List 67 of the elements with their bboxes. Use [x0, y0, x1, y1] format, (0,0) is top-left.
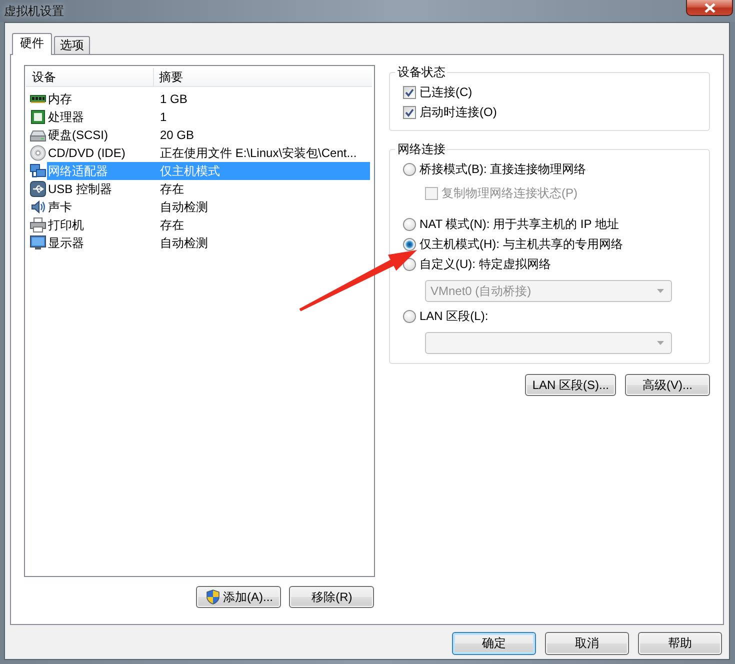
- device-row[interactable]: 处理器 1: [47, 108, 370, 126]
- radio-label: 桥接模式(B): 直接连接物理网络: [419, 160, 586, 178]
- radio-label: LAN 区段(L):: [419, 308, 488, 324]
- device-name: CD/DVD (IDE): [47, 146, 126, 160]
- checkmark-icon: [405, 108, 414, 116]
- dialog-button[interactable]: 帮助: [638, 632, 722, 655]
- radio-button[interactable]: [403, 162, 416, 176]
- checkbox[interactable]: [403, 86, 416, 98]
- group-title: 设备状态: [396, 65, 446, 79]
- group-title: 网络连接: [396, 142, 446, 156]
- checkbox-label: 复制物理网络连接状态(P): [441, 184, 578, 202]
- tab[interactable]: 硬件: [12, 33, 52, 55]
- device-summary: 1 GB: [160, 92, 188, 106]
- device-summary: 存在: [160, 180, 184, 198]
- list-action-button[interactable]: 添加(A)...: [196, 586, 282, 608]
- device-name: 打印机: [47, 216, 84, 234]
- device-summary: 1: [160, 110, 167, 124]
- device-name: 显示器: [47, 234, 84, 252]
- printer-icon: [30, 217, 46, 233]
- close-button[interactable]: [686, 0, 733, 16]
- chip-icon: [30, 109, 46, 125]
- device-row[interactable]: 声卡 自动检测: [47, 198, 370, 216]
- radio-label: 仅主机模式(H): 与主机共享的专用网络: [419, 236, 623, 252]
- dialog-button[interactable]: 取消: [545, 632, 629, 655]
- radio-button[interactable]: [403, 218, 416, 230]
- disc-icon: [30, 145, 46, 161]
- checkmark-icon: [405, 88, 414, 96]
- column-header: 设备: [32, 70, 56, 84]
- radio-label: NAT 模式(N): 用于共享主机的 IP 地址: [419, 216, 619, 232]
- device-row[interactable]: CD/DVD (IDE) 正在使用文件 E:\Linux\安装包\Cent...: [47, 144, 370, 162]
- device-summary: 20 GB: [160, 128, 194, 142]
- device-name: 内存: [47, 90, 72, 108]
- window-title: 虚拟机设置: [4, 2, 64, 20]
- device-row[interactable]: 硬盘(SCSI) 20 GB: [47, 126, 370, 144]
- device-summary: 仅主机模式: [160, 162, 220, 180]
- network-option-button[interactable]: LAN 区段(S)...: [525, 374, 616, 396]
- caret-icon: [657, 341, 664, 345]
- device-name: 声卡: [47, 198, 72, 216]
- tab[interactable]: 选项: [54, 36, 90, 54]
- device-row[interactable]: 打印机 存在: [47, 216, 370, 234]
- device-summary: 正在使用文件 E:\Linux\安装包\Cent...: [160, 144, 357, 162]
- speaker-icon: [30, 199, 46, 215]
- column-header: 摘要: [159, 70, 183, 84]
- monitor-icon: [30, 235, 46, 251]
- device-name: 处理器: [47, 108, 84, 126]
- list-action-button[interactable]: 移除(R): [289, 586, 374, 608]
- network-icon: [30, 163, 46, 179]
- device-row[interactable]: 内存 1 GB: [47, 90, 370, 108]
- device-summary: 存在: [160, 216, 184, 234]
- device-row[interactable]: USB 控制器 存在: [47, 180, 370, 198]
- radio-button[interactable]: [403, 310, 416, 322]
- caret-icon: [657, 289, 664, 293]
- device-name: 网络适配器: [47, 162, 108, 180]
- usb-icon: [30, 181, 46, 197]
- checkbox[interactable]: [403, 106, 416, 118]
- radio-button[interactable]: [403, 238, 416, 250]
- checkbox-label: 已连接(C): [419, 84, 472, 100]
- network-option-button[interactable]: 高级(V)...: [625, 374, 710, 396]
- checkbox-label: 启动时连接(O): [419, 104, 497, 120]
- dialog-button[interactable]: 确定: [452, 632, 536, 655]
- radio-label: 自定义(U): 特定虚拟网络: [419, 256, 551, 272]
- close-icon: [704, 2, 716, 12]
- device-summary: 自动检测: [160, 198, 208, 216]
- device-name: USB 控制器: [47, 180, 112, 198]
- device-summary: 自动检测: [160, 234, 208, 252]
- device-name: 硬盘(SCSI): [47, 126, 108, 144]
- device-row[interactable]: 显示器 自动检测: [47, 234, 370, 252]
